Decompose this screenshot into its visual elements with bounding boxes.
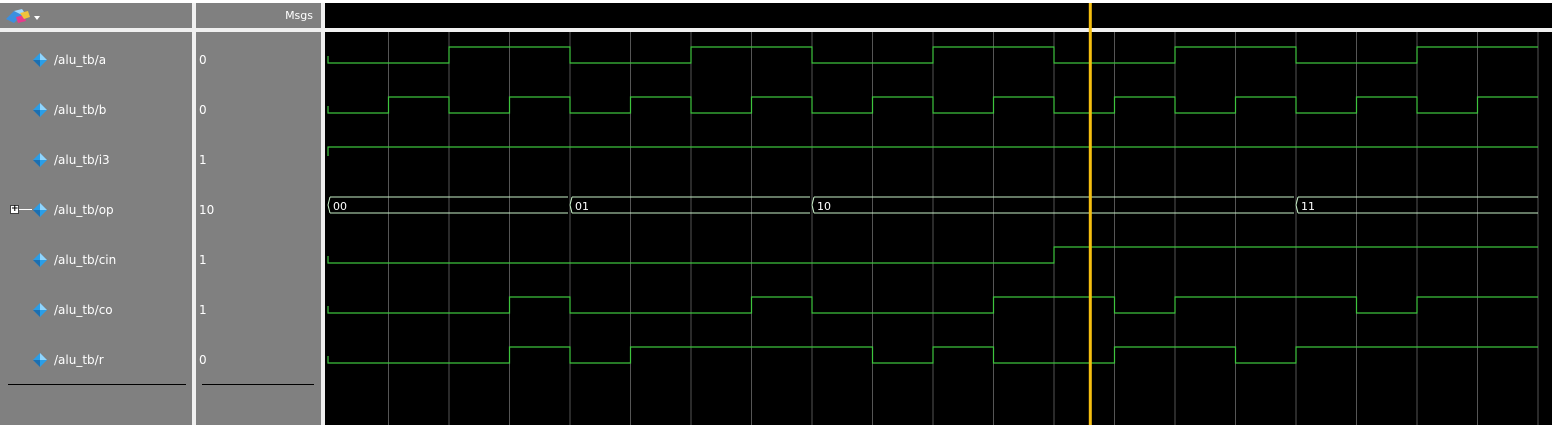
signal-name: /alu_tb/b — [54, 103, 107, 117]
diamond-icon — [33, 253, 47, 267]
msgs-header-divider — [196, 28, 321, 32]
signal-name: /alu_tb/op — [54, 203, 114, 217]
signal-row[interactable]: + /alu_tb/op — [0, 200, 192, 220]
signal-names-pane[interactable]: /alu_tb/a/alu_tb/b/alu_tb/i3 + /alu_tb/op /… — [0, 3, 192, 425]
bus-value-label: 11 — [1301, 200, 1315, 213]
names-header-divider — [0, 28, 192, 32]
signal-value: 1 — [199, 153, 207, 167]
signal-name: /alu_tb/co — [54, 303, 113, 317]
bus-value-label: 01 — [575, 200, 589, 213]
signal-value: 1 — [199, 253, 207, 267]
bus-value-label: 00 — [333, 200, 347, 213]
signal-name: /alu_tb/a — [54, 53, 107, 67]
diamond-icon — [33, 203, 47, 217]
signal-name: /alu_tb/r — [54, 353, 104, 367]
msgs-header-label: Msgs — [285, 9, 313, 22]
bus-segment[interactable] — [327, 196, 568, 214]
bus-value-label: 10 — [817, 200, 831, 213]
signal-name: /alu_tb/i3 — [54, 153, 110, 167]
signal-row[interactable]: /alu_tb/b — [0, 100, 192, 120]
diamond-icon — [33, 153, 47, 167]
waveform-canvas[interactable]: 00 01 10 11 — [325, 3, 1552, 425]
signal-value: 0 — [199, 353, 207, 367]
msgs-bottom-marker — [202, 384, 314, 385]
signal-value: 0 — [199, 53, 207, 67]
signal-row[interactable]: /alu_tb/cin — [0, 250, 192, 270]
signal-value: 10 — [199, 203, 215, 217]
signal-row[interactable]: /alu_tb/i3 — [0, 150, 192, 170]
wave-toolbar-icon[interactable] — [4, 7, 44, 25]
signal-value: 1 — [199, 303, 207, 317]
bus-segment[interactable] — [811, 196, 1294, 214]
waveform-pane[interactable]: 00 01 10 11 — [325, 3, 1552, 425]
diamond-icon — [33, 303, 47, 317]
values-pane[interactable]: Msgs 0 0 1 10 1 1 0 — [196, 3, 321, 425]
names-header — [0, 3, 192, 28]
expand-icon[interactable]: + — [10, 205, 19, 214]
names-bottom-marker — [8, 384, 186, 385]
signal-name: /alu_tb/cin — [54, 253, 117, 267]
signal-waveform[interactable] — [327, 96, 1538, 114]
signal-row[interactable]: /alu_tb/co — [0, 300, 192, 320]
diamond-icon — [33, 353, 47, 367]
signal-row[interactable]: /alu_tb/r — [0, 350, 192, 370]
tree-connector — [19, 209, 32, 210]
diamond-icon — [33, 103, 47, 117]
signal-value: 0 — [199, 103, 207, 117]
msgs-header: Msgs — [196, 3, 321, 28]
bus-segment[interactable] — [569, 196, 810, 214]
signal-row[interactable]: /alu_tb/a — [0, 50, 192, 70]
diamond-icon — [33, 53, 47, 67]
